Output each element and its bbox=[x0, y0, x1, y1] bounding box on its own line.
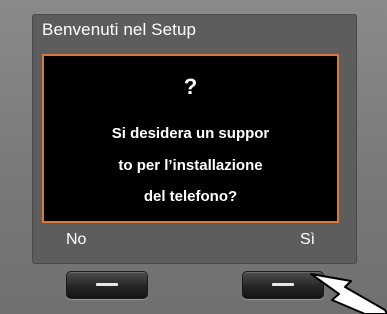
dialog-message-line-3: del telefono? bbox=[143, 188, 238, 205]
display-screen: Benvenuti nel Setup ? Si desidera un sup… bbox=[32, 14, 357, 264]
screen-title: Benvenuti nel Setup bbox=[42, 20, 197, 39]
setup-dialog: ? Si desidera un suppor to per l’install… bbox=[42, 54, 339, 223]
minus-icon bbox=[272, 283, 294, 286]
dialog-message-line-2: to per l’installazione bbox=[118, 157, 263, 174]
pointer-arrow-icon bbox=[310, 273, 387, 314]
softkey-label-si: Sì bbox=[300, 231, 316, 248]
softkey-label-no: No bbox=[66, 231, 87, 248]
minus-icon bbox=[96, 283, 118, 286]
left-softkey-button[interactable] bbox=[66, 271, 148, 299]
question-mark-icon: ? bbox=[183, 74, 198, 99]
dialog-message-line-1: Si desidera un suppor bbox=[111, 125, 270, 142]
phone-body: Benvenuti nel Setup ? Si desidera un sup… bbox=[0, 0, 387, 314]
